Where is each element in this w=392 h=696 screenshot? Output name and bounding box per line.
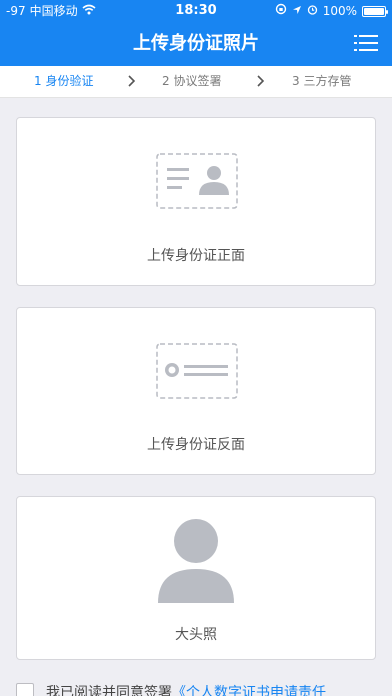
step-agreement-signing[interactable]: 2 协议签署: [162, 66, 221, 97]
id-card-back-icon: [156, 343, 238, 403]
chevron-right-icon: [256, 75, 266, 87]
battery-level: [364, 7, 384, 15]
upload-id-front-label: 上传身份证正面: [147, 248, 245, 264]
upload-id-back-card[interactable]: 上传身份证反面: [16, 307, 376, 475]
page-title: 上传身份证照片: [133, 33, 259, 54]
agreement-row: 我已阅读并同意签署《个人数字证书申请责任: [16, 682, 326, 696]
agreement-prefix: 我已阅读并同意签署: [46, 685, 172, 696]
upload-portrait-label: 大头照: [175, 627, 217, 643]
upload-id-back-label: 上传身份证反面: [147, 437, 245, 453]
step-indicator: 1 身份验证 2 协议签署 3 三方存管: [0, 66, 392, 98]
agreement-link[interactable]: 《个人数字证书申请责任: [172, 685, 326, 696]
battery-icon: [362, 5, 388, 17]
location-arrow-icon: [292, 0, 302, 22]
rotation-lock-icon: [275, 0, 287, 22]
upload-portrait-card[interactable]: 大头照: [16, 496, 376, 660]
status-bar: -97 中国移动 18:30 100%: [0, 0, 392, 22]
step-identity-verification[interactable]: 1 身份验证: [34, 66, 93, 97]
battery-percent: 100%: [322, 4, 357, 18]
agreement-checkbox[interactable]: [16, 683, 34, 696]
top-bar: -97 中国移动 18:30 100% 上传身份证照片: [0, 0, 392, 66]
id-card-front-icon: [156, 153, 238, 213]
alarm-icon: [307, 0, 318, 22]
step-third-party-custody[interactable]: 3 三方存管: [292, 66, 351, 97]
avatar-silhouette-icon: [156, 519, 238, 607]
list-menu-icon[interactable]: [354, 33, 378, 53]
upload-id-front-card[interactable]: 上传身份证正面: [16, 117, 376, 286]
agreement-text: 我已阅读并同意签署《个人数字证书申请责任: [46, 682, 326, 696]
chevron-right-icon: [127, 75, 137, 87]
